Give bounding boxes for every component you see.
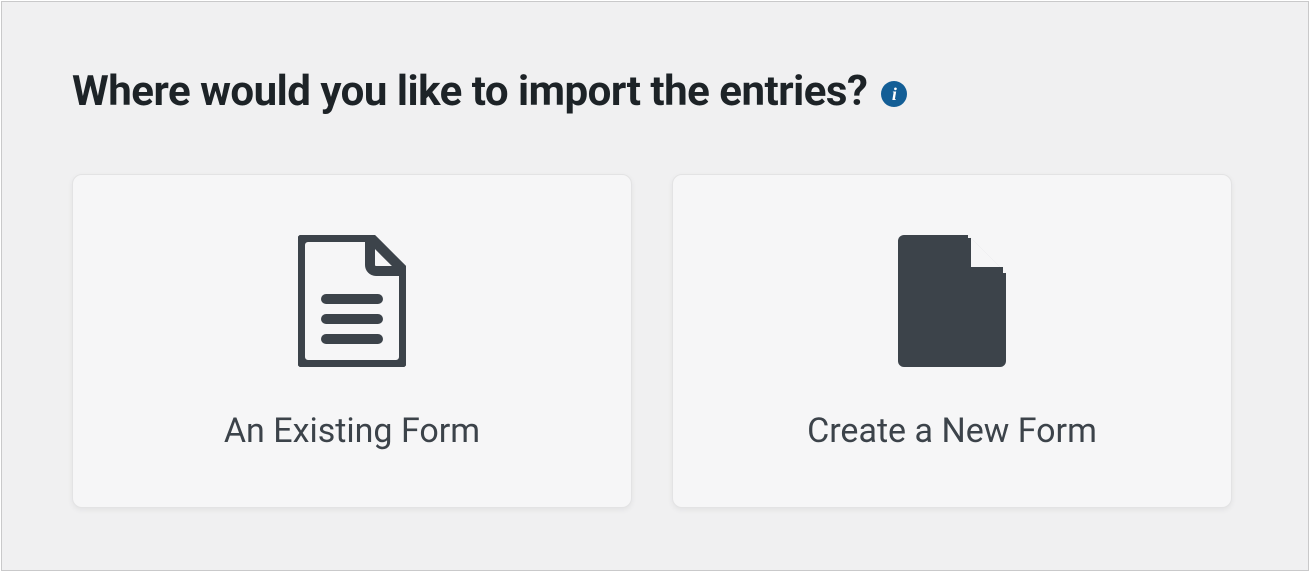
option-existing-form-label: An Existing Form (224, 411, 480, 451)
page-title: Where would you like to import the entri… (72, 67, 867, 116)
option-cards: An Existing Form Create a (72, 174, 1238, 508)
document-lines-icon (298, 231, 406, 371)
heading-row: Where would you like to import the entri… (72, 67, 1238, 116)
option-new-form[interactable]: Create a New Form (672, 174, 1232, 508)
option-existing-form[interactable]: An Existing Form (72, 174, 632, 508)
option-new-form-label: Create a New Form (807, 411, 1097, 451)
document-blank-icon (898, 231, 1006, 371)
info-icon[interactable]: i (881, 81, 907, 107)
import-destination-panel: Where would you like to import the entri… (1, 1, 1309, 571)
